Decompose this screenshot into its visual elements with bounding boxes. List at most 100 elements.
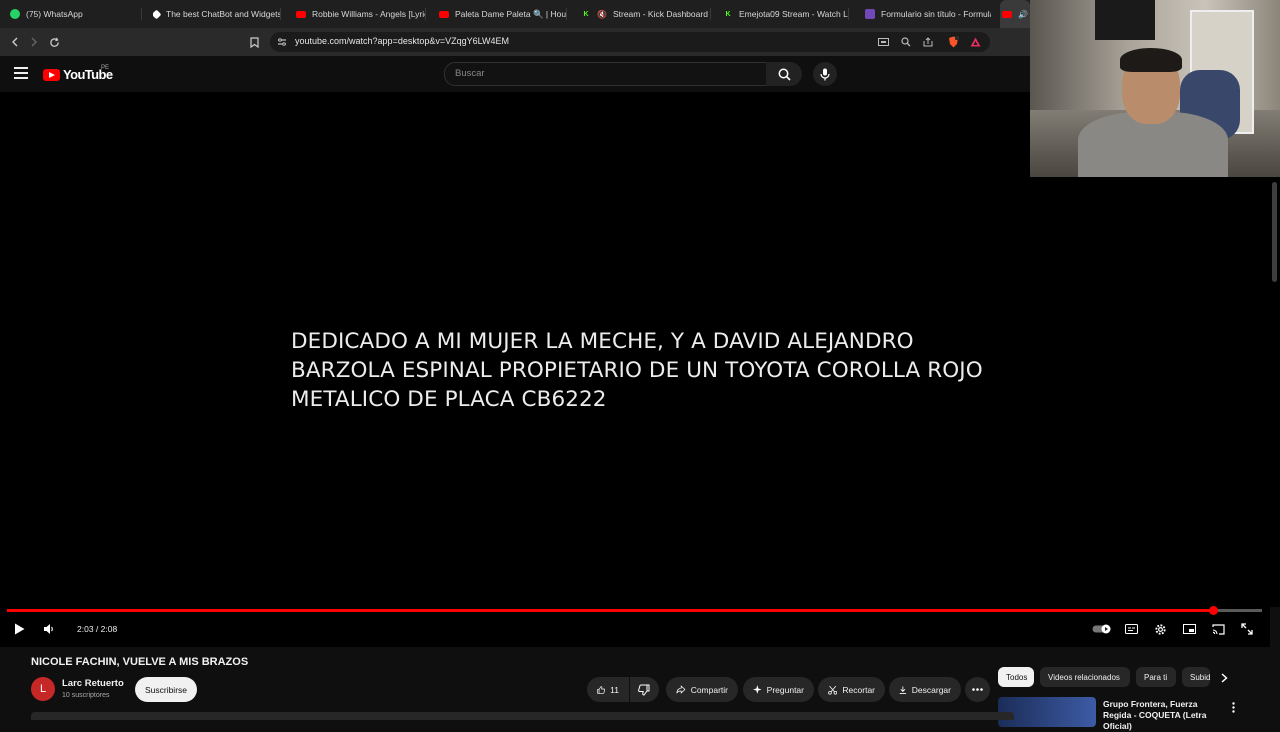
description-box[interactable] xyxy=(31,712,1014,720)
search-placeholder: Buscar xyxy=(455,68,485,79)
channel-name[interactable]: Larc Retuerto xyxy=(62,678,124,689)
share-icon[interactable] xyxy=(921,35,935,49)
youtube-icon xyxy=(1002,10,1013,18)
search-input[interactable]: Buscar xyxy=(444,62,768,86)
like-count: 11 xyxy=(610,684,619,695)
tab-chatbot[interactable]: The best ChatBot and Widgets xyxy=(153,0,281,28)
more-vertical-icon xyxy=(1231,701,1235,713)
thumbs-down-icon xyxy=(638,684,650,696)
share-arrow-icon xyxy=(676,685,686,694)
more-horizontal-icon xyxy=(972,688,983,691)
play-icon xyxy=(14,623,24,635)
search-button[interactable] xyxy=(766,62,802,86)
voice-search-button[interactable] xyxy=(813,62,837,86)
related-video-title[interactable]: Grupo Frontera, Fuerza Regida - COQUETA … xyxy=(1103,699,1225,732)
address-bar[interactable]: youtube.com/watch?app=desktop&v=VZqgY6LW… xyxy=(270,32,990,52)
progress-scrubber[interactable] xyxy=(1208,606,1218,615)
speaker-icon: 🔊 xyxy=(1018,9,1028,19)
subtitles-button[interactable] xyxy=(1122,619,1140,639)
kick-icon: K xyxy=(583,10,589,18)
autoplay-toggle[interactable] xyxy=(1092,619,1112,639)
reload-button[interactable] xyxy=(45,33,63,51)
miniplayer-icon xyxy=(1182,624,1196,634)
scrollbar[interactable] xyxy=(1272,182,1277,282)
gear-icon xyxy=(1154,623,1166,635)
fullscreen-button[interactable] xyxy=(1238,619,1256,639)
bookmark-button[interactable] xyxy=(245,33,263,51)
progress-played xyxy=(7,609,1214,612)
site-info-icon[interactable] xyxy=(275,35,289,49)
arrow-left-icon xyxy=(12,37,18,47)
scissors-icon xyxy=(828,685,838,695)
thumbs-up-icon xyxy=(597,685,606,694)
channel-avatar[interactable]: L xyxy=(31,677,55,701)
ask-label: Preguntar xyxy=(766,684,804,695)
progress-bar[interactable] xyxy=(7,606,1262,615)
settings-button[interactable] xyxy=(1151,619,1169,639)
menu-icon[interactable] xyxy=(14,67,28,79)
kick-icon: K xyxy=(725,10,731,18)
tab-kick-stream[interactable]: K Emejota09 Stream - Watch Live xyxy=(723,0,849,28)
country-code: PE xyxy=(101,65,110,71)
chip-for-you[interactable]: Para ti xyxy=(1136,667,1176,687)
forward-button[interactable] xyxy=(25,33,43,51)
share-label: Compartir xyxy=(690,684,728,695)
tab-youtube-paleta[interactable]: Paleta Dame Paleta 🔍 | House xyxy=(439,0,567,28)
subscriber-count: 10 suscriptores xyxy=(62,692,110,699)
brave-shield-icon[interactable] xyxy=(946,35,960,49)
tab-whatsapp[interactable]: (75) WhatsApp xyxy=(10,0,142,28)
brave-rewards-icon[interactable] xyxy=(968,35,982,49)
reload-icon xyxy=(49,37,59,47)
ask-button[interactable]: Preguntar xyxy=(743,677,814,702)
arrow-right-icon xyxy=(31,37,37,47)
subtitles-icon xyxy=(1124,624,1138,634)
clip-button[interactable]: Recortar xyxy=(818,677,885,702)
speaker-muted-icon: 🔇 xyxy=(597,9,607,19)
fullscreen-icon xyxy=(1241,623,1253,635)
back-button[interactable] xyxy=(6,33,24,51)
clip-label: Recortar xyxy=(842,684,875,695)
chips-next-button[interactable] xyxy=(1215,668,1233,688)
time-display: 2:03 / 2:08 xyxy=(77,624,118,634)
subscribe-button[interactable]: Suscribirse xyxy=(135,677,197,702)
chip-uploads[interactable]: Subidos xyxy=(1182,667,1210,687)
video-title: NICOLE FACHIN, VUELVE A MIS BRAZOS xyxy=(31,656,249,668)
tab-active-youtube[interactable]: 🔊 xyxy=(1000,0,1030,28)
cast-icon[interactable] xyxy=(876,35,890,49)
chevron-right-icon xyxy=(1221,673,1228,683)
download-button[interactable]: Descargar xyxy=(889,677,961,702)
tab-kick-dashboard[interactable]: K 🔇 Stream - Kick Dashboard xyxy=(581,0,711,28)
miniplayer-button[interactable] xyxy=(1180,619,1198,639)
microphone-icon xyxy=(820,68,830,80)
related-video-menu-button[interactable] xyxy=(1228,697,1238,717)
browser-toolbar: youtube.com/watch?app=desktop&v=VZqgY6LW… xyxy=(0,28,1030,56)
chip-related-videos[interactable]: Videos relacionados xyxy=(1040,667,1130,687)
tab-label: The best ChatBot and Widgets xyxy=(166,9,281,19)
zoom-icon[interactable] xyxy=(899,35,913,49)
tab-youtube-robbie[interactable]: Robbie Williams - Angels [Lyric xyxy=(296,0,426,28)
like-button[interactable]: 11 xyxy=(587,677,629,702)
more-actions-button[interactable] xyxy=(965,677,990,702)
tab-label: (75) WhatsApp xyxy=(26,9,83,19)
chip-all[interactable]: Todos xyxy=(998,667,1034,687)
volume-button[interactable] xyxy=(40,619,58,639)
related-video-thumbnail[interactable] xyxy=(998,697,1096,727)
chatbot-icon xyxy=(153,9,162,19)
forms-icon xyxy=(865,9,875,19)
youtube-icon xyxy=(296,10,306,18)
webcam-overlay xyxy=(1030,0,1280,177)
right-panel-dark xyxy=(1030,177,1280,607)
autoplay-toggle-icon xyxy=(1092,624,1111,634)
download-icon xyxy=(899,685,907,694)
play-button[interactable] xyxy=(10,619,28,639)
youtube-header: YouTube PE Buscar xyxy=(0,56,1030,92)
tab-label: Paleta Dame Paleta 🔍 | House xyxy=(455,8,567,19)
share-button[interactable]: Compartir xyxy=(666,677,738,702)
dislike-button[interactable] xyxy=(630,677,659,702)
video-overlay-text: DEDICADO A MI MUJER LA MECHE, Y A DAVID … xyxy=(291,329,983,412)
sparkle-icon xyxy=(753,685,762,694)
cast-button[interactable] xyxy=(1209,619,1227,639)
tab-label: Emejota09 Stream - Watch Live xyxy=(739,9,849,19)
tab-google-forms[interactable]: Formulario sin título - Formula xyxy=(865,0,991,28)
cast-icon xyxy=(1211,623,1225,635)
